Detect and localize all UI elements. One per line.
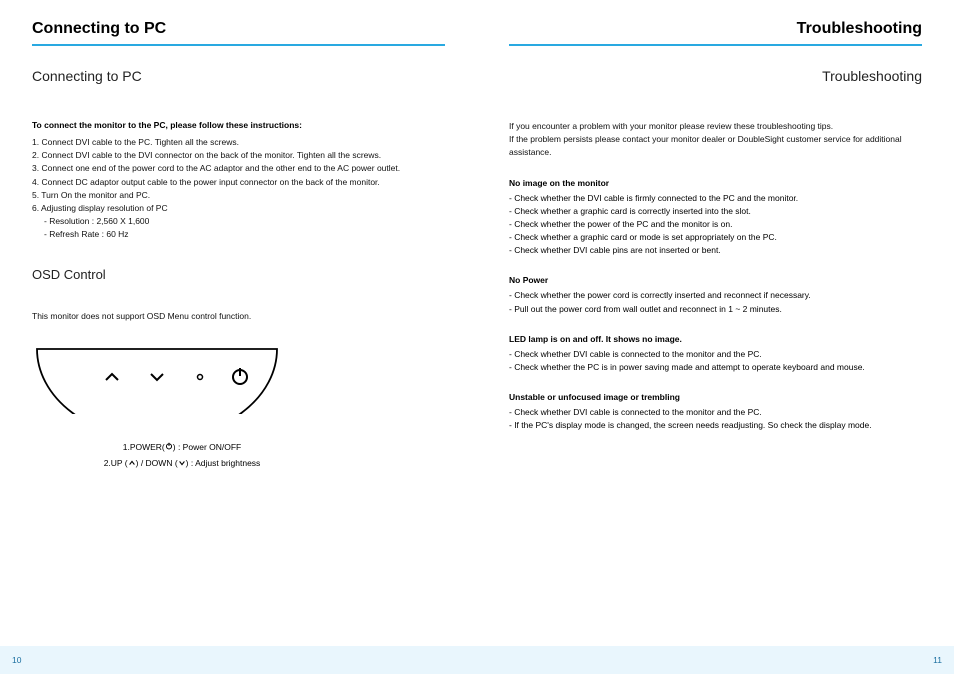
tip: - Check whether DVI cable pins are not i… — [509, 244, 922, 257]
step: 4. Connect DC adaptor output cable to th… — [32, 176, 445, 189]
section-subhead-troubleshooting: Troubleshooting — [509, 68, 922, 84]
tip: - If the PC's display mode is changed, t… — [509, 419, 922, 432]
tip: - Check whether a graphic card is correc… — [509, 205, 922, 218]
page-footer-right: 11 — [477, 646, 954, 674]
tip: - Check whether the PC is in power savin… — [509, 361, 922, 374]
tip: - Pull out the power cord from wall outl… — [509, 303, 922, 316]
section-subhead-connecting: Connecting to PC — [32, 68, 445, 84]
step: 3. Connect one end of the power cord to … — [32, 162, 445, 175]
left-page: Connecting to PC Connecting to PC To con… — [0, 0, 477, 674]
instructions-intro: To connect the monitor to the PC, please… — [32, 120, 445, 130]
control-panel-graphic — [32, 344, 445, 419]
issue-heading-unstable: Unstable or unfocused image or trembling — [509, 392, 922, 402]
tip: - Check whether DVI cable is connected t… — [509, 348, 922, 361]
chevron-up-icon — [128, 456, 136, 472]
issue-heading-led: LED lamp is on and off. It shows no imag… — [509, 334, 922, 344]
troubleshooting-intro: If you encounter a problem with your mon… — [509, 120, 922, 160]
issue-heading-no-power: No Power — [509, 275, 922, 285]
step: 5. Turn On the monitor and PC. — [32, 189, 445, 202]
step: 1. Connect DVI cable to the PC. Tighten … — [32, 136, 445, 149]
chevron-down-icon — [178, 456, 186, 472]
step-detail: - Resolution : 2,560 X 1,600 — [32, 215, 445, 228]
tip: - Check whether the power of the PC and … — [509, 218, 922, 231]
legend-brightness: 2.UP () / DOWN () : Adjust brightness — [32, 455, 332, 472]
step-detail: - Refresh Rate : 60 Hz — [32, 228, 445, 241]
instruction-steps: 1. Connect DVI cable to the PC. Tighten … — [32, 136, 445, 241]
right-page: Troubleshooting Troubleshooting If you e… — [477, 0, 954, 674]
issue-heading-no-image: No image on the monitor — [509, 178, 922, 188]
issue-tips: - Check whether DVI cable is connected t… — [509, 348, 922, 374]
issue-tips: - Check whether the power cord is correc… — [509, 289, 922, 315]
page-footer-left: 10 — [0, 646, 477, 674]
monitor-buttons-illustration — [32, 344, 282, 414]
step: 6. Adjusting display resolution of PC — [32, 202, 445, 215]
osd-heading: OSD Control — [32, 267, 445, 282]
tip: - Check whether the DVI cable is firmly … — [509, 192, 922, 205]
issue-tips: - Check whether the DVI cable is firmly … — [509, 192, 922, 258]
tip: - Check whether the power cord is correc… — [509, 289, 922, 302]
legend-power: 1.POWER() : Power ON/OFF — [32, 439, 332, 456]
osd-note: This monitor does not support OSD Menu c… — [32, 310, 445, 323]
issue-tips: - Check whether DVI cable is connected t… — [509, 406, 922, 432]
button-legend: 1.POWER() : Power ON/OFF 2.UP () / DOWN … — [32, 439, 332, 473]
tip: - Check whether a graphic card or mode i… — [509, 231, 922, 244]
tip: - Check whether DVI cable is connected t… — [509, 406, 922, 419]
page-number: 11 — [933, 655, 942, 665]
power-icon — [165, 439, 173, 455]
page-title-right: Troubleshooting — [509, 20, 922, 46]
step: 2. Connect DVI cable to the DVI connecto… — [32, 149, 445, 162]
page-spread: Connecting to PC Connecting to PC To con… — [0, 0, 954, 674]
page-title-left: Connecting to PC — [32, 20, 445, 46]
page-number: 10 — [12, 655, 21, 665]
